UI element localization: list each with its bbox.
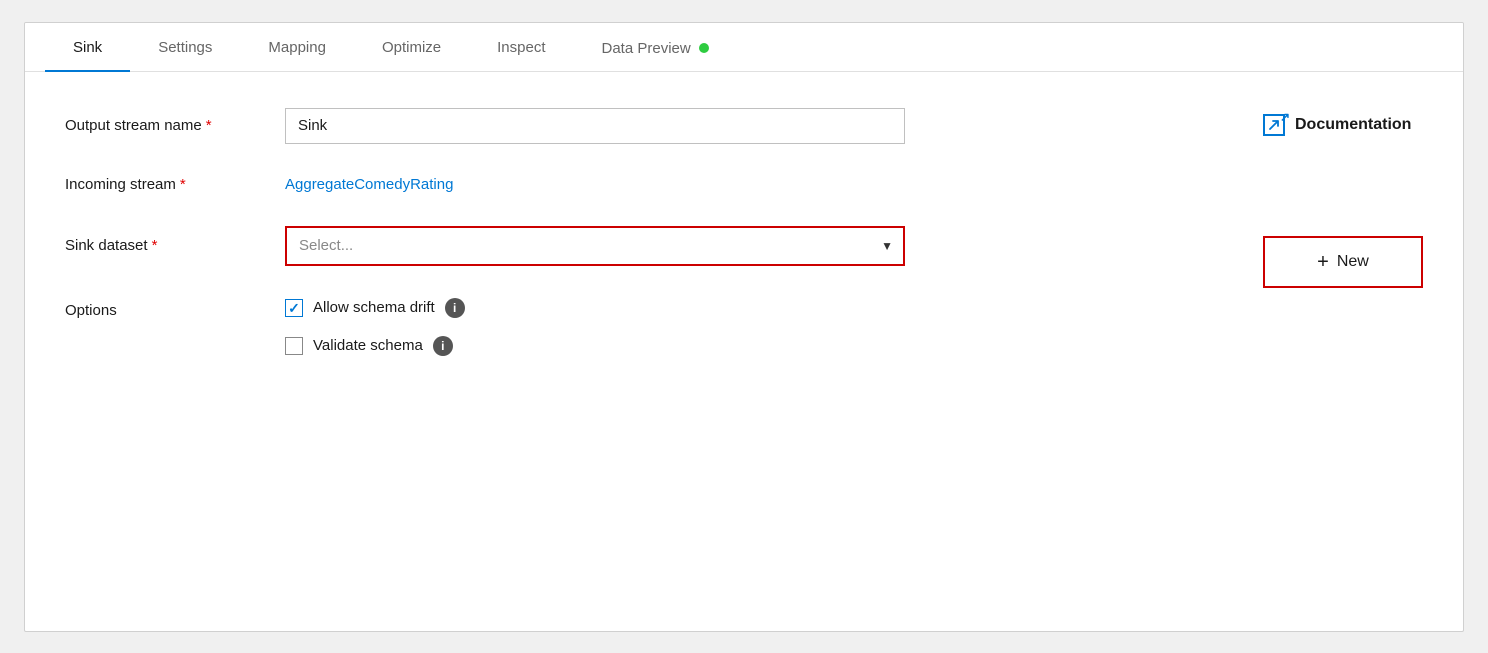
tab-mapping[interactable]: Mapping bbox=[240, 23, 354, 72]
sink-dataset-field-wrapper: Select... ▼ bbox=[285, 226, 905, 266]
tab-optimize[interactable]: Optimize bbox=[354, 23, 469, 72]
required-marker-1: * bbox=[206, 117, 212, 134]
right-panel: Documentation + New bbox=[1223, 108, 1423, 356]
allow-schema-drift-checkbox[interactable]: ✓ bbox=[285, 299, 303, 317]
options-row: Options ✓ Allow schema drift i Validate … bbox=[65, 298, 1223, 356]
sink-dataset-select-wrapper: Select... ▼ bbox=[285, 226, 905, 266]
tab-inspect[interactable]: Inspect bbox=[469, 23, 573, 72]
validate-schema-label: Validate schema bbox=[313, 337, 423, 354]
options-controls: ✓ Allow schema drift i Validate schema i bbox=[285, 298, 465, 356]
tab-bar: Sink Settings Mapping Optimize Inspect D… bbox=[25, 23, 1463, 72]
output-stream-name-label: Output stream name * bbox=[65, 117, 285, 134]
tab-data-preview[interactable]: Data Preview bbox=[574, 24, 737, 71]
output-stream-name-field-wrapper bbox=[285, 108, 905, 144]
data-preview-status-dot bbox=[699, 43, 709, 53]
allow-schema-drift-info-icon[interactable]: i bbox=[445, 298, 465, 318]
incoming-stream-row: Incoming stream * AggregateComedyRating bbox=[65, 176, 1223, 194]
required-marker-3: * bbox=[152, 237, 158, 254]
tab-data-preview-label: Data Preview bbox=[602, 40, 691, 57]
allow-schema-drift-row: ✓ Allow schema drift i bbox=[285, 298, 465, 318]
new-button[interactable]: + New bbox=[1263, 236, 1423, 288]
tab-settings[interactable]: Settings bbox=[130, 23, 240, 72]
sink-dataset-row: Sink dataset * Select... ▼ bbox=[65, 226, 1223, 266]
checkmark-icon: ✓ bbox=[288, 301, 300, 315]
incoming-stream-link[interactable]: AggregateComedyRating bbox=[285, 176, 453, 193]
plus-icon: + bbox=[1317, 252, 1329, 272]
incoming-stream-value-wrapper: AggregateComedyRating bbox=[285, 176, 905, 194]
sink-dataset-select[interactable]: Select... bbox=[285, 226, 905, 266]
documentation-link[interactable]: Documentation bbox=[1263, 114, 1411, 136]
main-container: Sink Settings Mapping Optimize Inspect D… bbox=[24, 22, 1464, 632]
incoming-stream-label: Incoming stream * bbox=[65, 176, 285, 193]
tab-sink[interactable]: Sink bbox=[45, 23, 130, 72]
validate-schema-row: Validate schema i bbox=[285, 336, 465, 356]
content-area: Output stream name * Incoming stream * A… bbox=[25, 72, 1463, 396]
output-stream-name-row: Output stream name * bbox=[65, 108, 1223, 144]
allow-schema-drift-label: Allow schema drift bbox=[313, 299, 435, 316]
sink-dataset-label: Sink dataset * bbox=[65, 237, 285, 254]
options-label: Options bbox=[65, 298, 285, 319]
output-stream-name-input[interactable] bbox=[285, 108, 905, 144]
required-marker-2: * bbox=[180, 176, 186, 193]
form-area: Output stream name * Incoming stream * A… bbox=[65, 108, 1223, 356]
documentation-label: Documentation bbox=[1295, 116, 1411, 134]
validate-schema-checkbox[interactable] bbox=[285, 337, 303, 355]
validate-schema-info-icon[interactable]: i bbox=[433, 336, 453, 356]
external-link-icon bbox=[1263, 114, 1285, 136]
new-button-label: New bbox=[1337, 253, 1369, 271]
